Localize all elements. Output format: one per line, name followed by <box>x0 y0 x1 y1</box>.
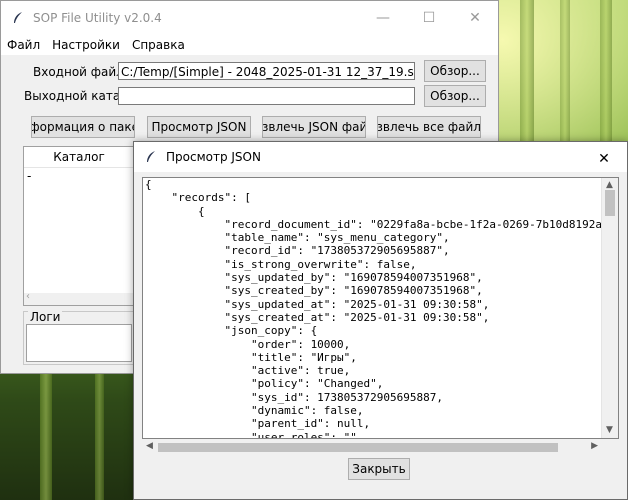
logs-textbox[interactable] <box>26 324 132 362</box>
json-content: { "records": [ { "record_document_id": "… <box>145 178 609 439</box>
scroll-right-icon[interactable]: ▶ <box>591 441 598 451</box>
json-line: "user_roles": "" <box>145 430 357 439</box>
input-file-label: Входной файл: <box>33 65 128 79</box>
json-line: "records": [ <box>145 191 251 205</box>
json-line: "sys_created_at": "2025-01-31 09:30:58", <box>145 310 490 324</box>
menu-help[interactable]: Справка <box>132 38 185 52</box>
logs-label: Логи <box>28 310 63 324</box>
close-icon[interactable]: ✕ <box>452 1 498 35</box>
json-viewer-dialog: Просмотр JSON ✕ { "records": [ { "record… <box>133 141 628 500</box>
json-vscrollbar[interactable]: ▲ ▼ <box>601 178 618 438</box>
extract-all-button[interactable]: Извлечь все файлы <box>377 116 481 138</box>
catalog-item[interactable]: - <box>27 169 31 183</box>
catalog-hscrollbar[interactable]: ‹ <box>24 291 134 305</box>
main-titlebar[interactable]: SOP File Utility v2.0.4 — ☐ ✕ <box>1 1 498 35</box>
scroll-left-icon[interactable]: ‹ <box>26 291 30 302</box>
json-line: "sys_id": 173805372905695887, <box>145 390 444 404</box>
json-line: "active": true, <box>145 364 351 378</box>
json-line: "sys_updated_by": "169078594007351968", <box>145 271 483 285</box>
json-line: "policy": "Changed", <box>145 377 384 391</box>
dialog-close-icon[interactable]: ✕ <box>581 142 627 176</box>
json-line: "record_id": "173805372905695887", <box>145 244 450 258</box>
json-hscrollbar[interactable]: ◀ ▶ <box>142 439 602 456</box>
dialog-titlebar[interactable]: Просмотр JSON ✕ <box>134 142 627 172</box>
feather-icon <box>147 151 155 162</box>
close-button[interactable]: Закрыть <box>348 458 410 480</box>
json-line: "dynamic": false, <box>145 404 364 418</box>
logs-group: Логи <box>23 310 135 365</box>
feather-icon <box>14 12 22 23</box>
json-line: "record_document_id": "0229fa8a-bcbe-1f2… <box>145 217 609 231</box>
json-line: "parent_id": null, <box>145 417 371 431</box>
dialog-title: Просмотр JSON <box>166 150 261 164</box>
input-file-field[interactable]: C:/Temp/[Simple] - 2048_2025-01-31 12_37… <box>118 62 415 80</box>
main-window-title: SOP File Utility v2.0.4 <box>33 11 162 25</box>
browse-output-button[interactable]: Обзор... <box>424 85 486 107</box>
extract-json-button[interactable]: Извлечь JSON файл <box>262 116 366 138</box>
json-line: "table_name": "sys_menu_category", <box>145 231 450 245</box>
menu-settings[interactable]: Настройки <box>52 38 120 52</box>
view-json-button[interactable]: Просмотр JSON <box>147 116 251 138</box>
hscroll-thumb[interactable] <box>158 443 558 452</box>
scroll-down-icon[interactable]: ▼ <box>606 425 613 435</box>
json-line: "is_strong_overwrite": false, <box>145 257 417 271</box>
bamboo-stalk <box>40 370 52 500</box>
json-line: "sys_created_by": "169078594007351968", <box>145 284 483 298</box>
menu-file[interactable]: Файл <box>7 38 40 52</box>
json-line: "order": 10000, <box>145 337 351 351</box>
scroll-thumb[interactable] <box>605 190 615 216</box>
catalog-tree[interactable]: Каталог - ‹ <box>23 146 135 306</box>
json-line: "sys_updated_at": "2025-01-31 09:30:58", <box>145 297 490 311</box>
bamboo-stalk <box>95 370 104 500</box>
menubar: Файл Настройки Справка <box>1 35 498 55</box>
json-line: "json_copy": { <box>145 324 318 338</box>
maximize-icon[interactable]: ☐ <box>406 1 452 35</box>
json-textarea[interactable]: { "records": [ { "record_document_id": "… <box>142 177 619 439</box>
json-line: "title": "Игры", <box>145 350 357 364</box>
json-line: { <box>145 204 205 218</box>
scroll-up-icon[interactable]: ▲ <box>606 180 613 190</box>
catalog-header[interactable]: Каталог <box>24 147 134 168</box>
scroll-left-icon[interactable]: ◀ <box>146 441 153 451</box>
json-line: { <box>145 178 152 191</box>
package-info-button[interactable]: Информация о пакете <box>31 116 135 138</box>
output-dir-field[interactable] <box>118 87 415 105</box>
minimize-icon[interactable]: — <box>360 1 406 35</box>
browse-input-button[interactable]: Обзор... <box>424 60 486 82</box>
